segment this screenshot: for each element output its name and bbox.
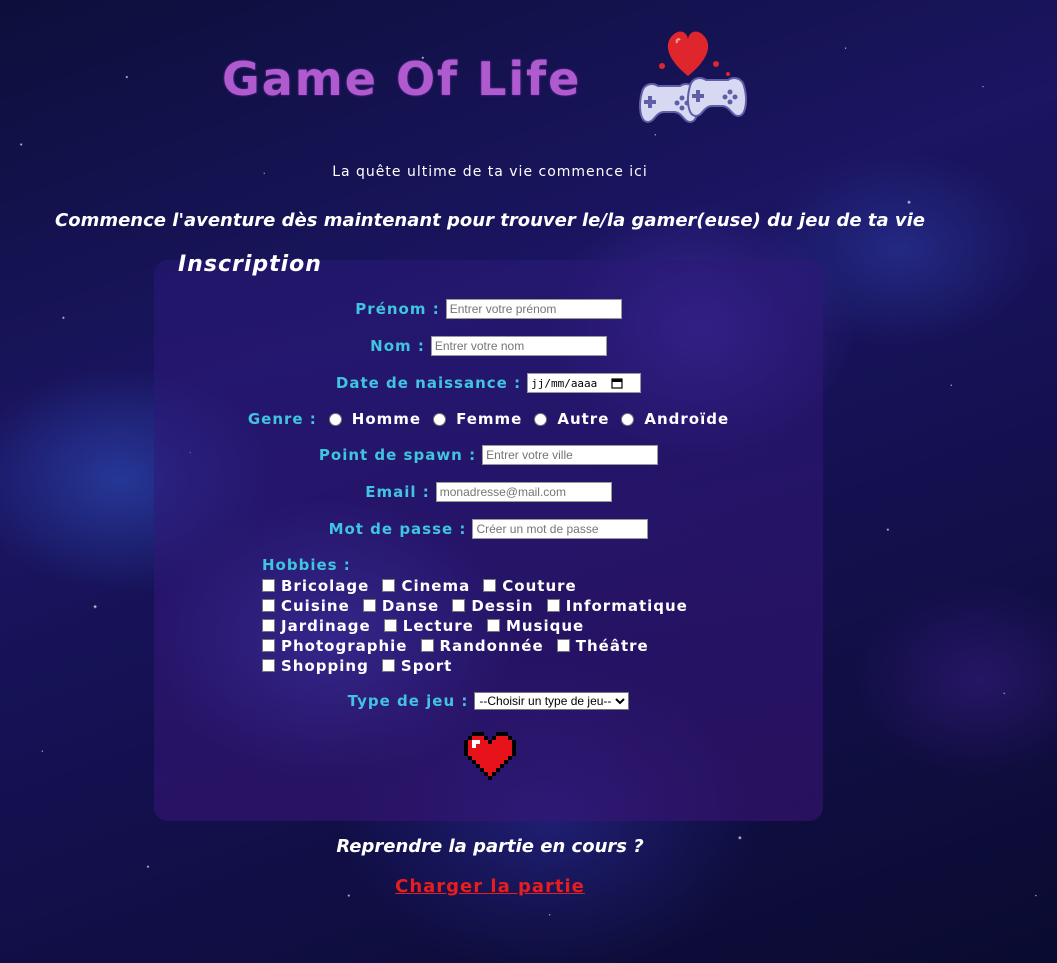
hobby-lecture: Lecture [402, 617, 474, 635]
genre-option-homme: Homme [351, 410, 422, 428]
type-jeu-label: Type de jeu : [347, 692, 469, 710]
password-label: Mot de passe : [328, 520, 467, 538]
subtitle: Commence l'aventure dès maintenant pour … [55, 210, 925, 231]
hobby-line-3: Jardinage Lecture Musique [262, 616, 696, 636]
hobby-musique: Musique [505, 617, 585, 635]
checkbox-informatique[interactable] [546, 599, 560, 612]
radio-homme[interactable] [328, 412, 342, 426]
hobby-bricolage: Bricolage [281, 577, 370, 595]
hobby-dessin: Dessin [471, 597, 534, 615]
checkbox-jardinage[interactable] [262, 619, 275, 632]
checkbox-lecture[interactable] [383, 619, 397, 632]
radio-femme[interactable] [433, 412, 447, 426]
hobby-jardinage: Jardinage [281, 617, 371, 635]
email-input[interactable] [435, 482, 612, 502]
hobby-line-2: Cuisine Danse Dessin Informatique [262, 596, 696, 616]
hobby-cinema: Cinema [401, 577, 471, 595]
email-label: Email : [365, 483, 430, 501]
prenom-input[interactable] [445, 299, 622, 319]
hobby-sport: Sport [400, 657, 453, 675]
gamepad-heart-icon [628, 26, 748, 134]
hobby-line-1: Bricolage Cinema Couture [262, 576, 696, 596]
prenom-row: Prénom : [154, 299, 823, 319]
spawn-row: Point de spawn : [154, 445, 823, 465]
load-game-link[interactable]: Charger la partie [0, 876, 980, 897]
hobby-cuisine: Cuisine [281, 597, 350, 615]
checkbox-couture[interactable] [483, 579, 497, 592]
checkbox-photographie[interactable] [262, 639, 275, 652]
naissance-row: Date de naissance : jj/mm/aaaa [154, 373, 823, 393]
radio-androide[interactable] [621, 412, 635, 426]
calendar-icon[interactable] [611, 377, 623, 389]
email-row: Email : [154, 482, 823, 502]
hobby-line-5: Shopping Sport [262, 656, 696, 676]
spawn-input[interactable] [482, 445, 659, 465]
hobbies-label: Hobbies : [262, 556, 351, 574]
hobby-theatre: Théâtre [575, 637, 649, 655]
type-jeu-row: Type de jeu : --Choisir un type de jeu-- [154, 692, 823, 710]
prenom-label: Prénom : [355, 300, 440, 318]
naissance-date-input[interactable]: jj/mm/aaaa [527, 373, 642, 393]
hobby-photographie: Photographie [281, 637, 408, 655]
hobby-couture: Couture [502, 577, 577, 595]
checkbox-theatre[interactable] [556, 639, 570, 652]
genre-option-femme: Femme [456, 410, 523, 428]
checkbox-bricolage[interactable] [262, 579, 275, 592]
checkbox-cuisine[interactable] [262, 599, 275, 612]
date-placeholder: jj/mm/aaaa [531, 376, 598, 390]
hobbies-group: Hobbies : Bricolage Cinema Couture Cuisi… [262, 556, 696, 676]
form-title: Inscription [178, 252, 322, 277]
checkbox-shopping[interactable] [262, 659, 275, 672]
password-input[interactable] [472, 519, 649, 539]
checkbox-danse[interactable] [362, 599, 376, 612]
tagline: La quête ultime de ta vie commence ici [332, 164, 648, 180]
checkbox-musique[interactable] [486, 619, 500, 632]
hobby-danse: Danse [381, 597, 440, 615]
hobby-shopping: Shopping [281, 657, 369, 675]
resume-text: Reprendre la partie en cours ? [336, 836, 644, 857]
nom-label: Nom : [370, 337, 425, 355]
genre-option-autre: Autre [557, 410, 610, 428]
spawn-label: Point de spawn : [318, 446, 477, 464]
pixel-heart-icon [464, 732, 516, 780]
hobby-line-4: Photographie Randonnée Théâtre [262, 636, 696, 656]
type-jeu-select[interactable]: --Choisir un type de jeu-- [474, 692, 630, 710]
hobby-informatique: Informatique [565, 597, 688, 615]
genre-row: Genre : Homme Femme Autre Androïde [154, 410, 823, 428]
hobby-randonnee: Randonnée [439, 637, 544, 655]
checkbox-cinema[interactable] [382, 579, 396, 592]
radio-autre[interactable] [534, 412, 548, 426]
checkbox-dessin[interactable] [452, 599, 466, 612]
submit-button[interactable] [464, 732, 516, 784]
password-row: Mot de passe : [154, 519, 823, 539]
checkbox-sport[interactable] [381, 659, 395, 672]
logo-text: Game Of Life [222, 52, 582, 106]
nom-row: Nom : [154, 336, 823, 356]
naissance-label: Date de naissance : [335, 374, 522, 392]
genre-option-androide: Androïde [644, 410, 730, 428]
genre-label: Genre : [247, 410, 317, 428]
nom-input[interactable] [430, 336, 607, 356]
checkbox-randonnee[interactable] [420, 639, 434, 652]
